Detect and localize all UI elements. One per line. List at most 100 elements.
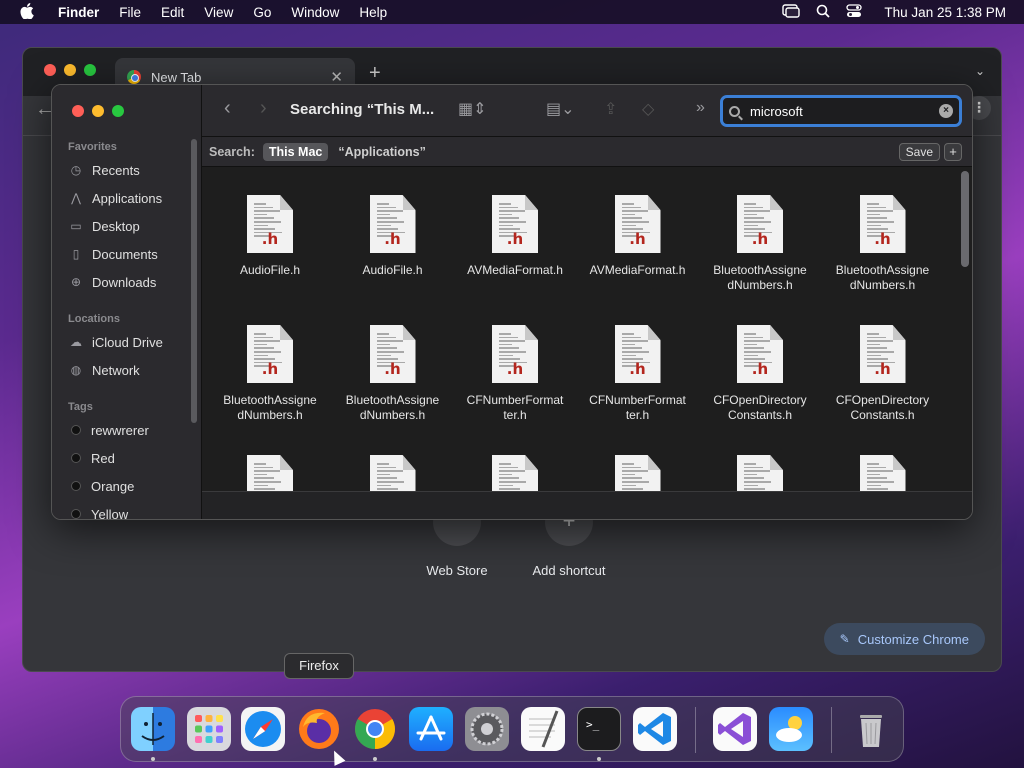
file-item[interactable]: .h CFOpenDirectory Constants.h <box>699 325 821 423</box>
file-item[interactable]: .h CFNumberFormat ter.h <box>454 325 576 423</box>
sidebar-tag-rewwrerer[interactable]: rewwrerer <box>68 418 196 442</box>
file-text-line <box>254 481 281 483</box>
shortcut-add[interactable]: Add shortcut <box>514 563 624 578</box>
menu-file[interactable]: File <box>109 5 151 20</box>
add-criteria-button[interactable]: + <box>944 143 962 161</box>
sidebar-scrollbar[interactable] <box>191 139 197 423</box>
sidebar-item-downloads[interactable]: ⊕ Downloads <box>68 270 196 294</box>
shortcut-web-store[interactable]: Web Store <box>402 563 512 578</box>
sidebar-item-icloud-drive[interactable]: ☁ iCloud Drive <box>68 330 196 354</box>
dock-terminal-icon[interactable]: >_ <box>577 707 621 751</box>
file-item[interactable]: .h BluetoothAssigne dNumbers.h <box>209 325 331 423</box>
sidebar-tag-orange[interactable]: Orange <box>68 474 196 498</box>
file-fold <box>525 455 538 470</box>
sidebar-item-network[interactable]: ◍ Network <box>68 358 196 382</box>
dock-textedit-icon[interactable] <box>521 707 565 751</box>
dock-safari-icon[interactable] <box>241 707 285 751</box>
file-text-line <box>621 206 641 209</box>
tag-icon[interactable]: ◇ <box>642 99 654 119</box>
file-item[interactable] <box>577 455 699 493</box>
finder-window: Favorites ◷ Recents ⋀ Applications ▭ Deskto… <box>51 84 973 520</box>
menu-window[interactable]: Window <box>281 5 349 20</box>
new-tab-plus-icon[interactable]: + <box>369 62 381 85</box>
clear-search-icon[interactable]: × <box>939 104 953 118</box>
menu-clock[interactable]: Thu Jan 25 1:38 PM <box>884 5 1006 20</box>
file-name-line: CFOpenDirectory <box>713 393 807 407</box>
file-item[interactable]: .h AudioFile.h <box>332 195 454 278</box>
file-text-line <box>499 470 525 472</box>
file-item[interactable]: .h AVMediaFormat.h <box>454 195 576 278</box>
file-item[interactable] <box>822 455 944 493</box>
forward-chevron-icon[interactable]: › <box>260 97 267 120</box>
file-item[interactable] <box>209 455 331 493</box>
file-item[interactable]: .h BluetoothAssigne dNumbers.h <box>822 195 944 293</box>
file-name-line: dNumbers.h <box>727 278 793 292</box>
running-indicator <box>373 757 377 761</box>
tab-search-chevron-icon[interactable]: ⌄ <box>975 64 985 78</box>
chrome-minimize-button[interactable] <box>64 64 76 76</box>
group-by-icon[interactable]: ▤⌄ <box>546 99 575 119</box>
search-field[interactable]: microsoft × <box>720 95 962 127</box>
file-item[interactable]: .h AVMediaFormat.h <box>577 195 699 278</box>
dock-finder-icon[interactable] <box>131 707 175 751</box>
save-search-button[interactable]: Save <box>898 143 940 161</box>
spotlight-search-icon[interactable] <box>816 4 831 21</box>
more-toolbar-icon[interactable]: » <box>696 99 705 117</box>
file-name-line: AudioFile.h <box>362 263 423 277</box>
dock-app-store-icon[interactable] <box>409 707 453 751</box>
back-chevron-icon[interactable]: ‹ <box>224 97 231 120</box>
file-item[interactable]: .h CFOpenDirectory Constants.h <box>822 325 944 423</box>
finder-minimize-button[interactable] <box>92 105 104 117</box>
file-item[interactable]: .h BluetoothAssigne dNumbers.h <box>332 325 454 423</box>
finder-close-button[interactable] <box>72 105 84 117</box>
file-text-line <box>744 470 770 472</box>
file-text-line <box>376 481 404 483</box>
chrome-close-button[interactable] <box>44 64 56 76</box>
customize-chrome-button[interactable]: ✎ Customize Chrome <box>823 623 985 655</box>
dock-visual-studio-icon[interactable] <box>713 707 757 751</box>
cloud-icon: ☁ <box>70 335 82 349</box>
file-item[interactable] <box>699 455 821 493</box>
search-input[interactable]: microsoft <box>750 104 803 119</box>
view-icons-icon[interactable]: ▦⇕ <box>458 99 487 119</box>
screen-mirroring-icon[interactable] <box>782 3 801 21</box>
sidebar-tag-red[interactable]: Red <box>68 446 196 470</box>
dock-weather-icon[interactable] <box>769 707 813 751</box>
file-name-line: CFNumberFormat <box>589 393 686 407</box>
dock-vscode-icon[interactable] <box>633 707 677 751</box>
chrome-zoom-button[interactable] <box>84 64 96 76</box>
file-fold <box>402 325 416 340</box>
menu-view[interactable]: View <box>194 5 243 20</box>
dock-chrome-icon[interactable] <box>353 707 397 751</box>
file-text-line <box>254 473 267 476</box>
scope-applications-button[interactable]: “Applications” <box>338 145 426 159</box>
file-item[interactable]: .h CFNumberFormat ter.h <box>577 325 699 423</box>
apple-menu-icon[interactable] <box>0 2 48 22</box>
dock-trash-icon[interactable] <box>849 707 893 751</box>
control-center-icon[interactable] <box>846 3 863 21</box>
sidebar-item-desktop[interactable]: ▭ Desktop <box>68 214 196 238</box>
file-item[interactable]: .h BluetoothAssigne dNumbers.h <box>699 195 821 293</box>
dock-launchpad-icon[interactable] <box>187 707 231 751</box>
share-icon[interactable]: ⇪ <box>604 99 617 119</box>
finder-zoom-button[interactable] <box>112 105 124 117</box>
file-item[interactable] <box>454 455 576 493</box>
menu-help[interactable]: Help <box>349 5 397 20</box>
file-item[interactable]: .h AudioFile.h <box>209 195 331 278</box>
dock-separator <box>695 707 696 753</box>
file-grid-scrollbar[interactable] <box>961 171 969 267</box>
menu-app-name[interactable]: Finder <box>48 5 109 20</box>
file-text-line <box>621 347 642 349</box>
scope-this-mac-button[interactable]: This Mac <box>262 142 329 161</box>
sidebar-item-recents[interactable]: ◷ Recents <box>68 158 196 182</box>
dock-firefox-icon[interactable] <box>297 707 341 751</box>
sidebar-tag-yellow[interactable]: Yellow <box>68 502 196 519</box>
file-text-line <box>254 340 280 342</box>
menu-go[interactable]: Go <box>243 5 281 20</box>
sidebar-item-documents[interactable]: ▯ Documents <box>68 242 196 266</box>
file-item[interactable] <box>332 455 454 493</box>
menu-edit[interactable]: Edit <box>151 5 194 20</box>
file-text-line <box>499 488 520 490</box>
sidebar-item-applications[interactable]: ⋀ Applications <box>68 186 196 210</box>
dock-system-settings-icon[interactable] <box>465 707 509 751</box>
